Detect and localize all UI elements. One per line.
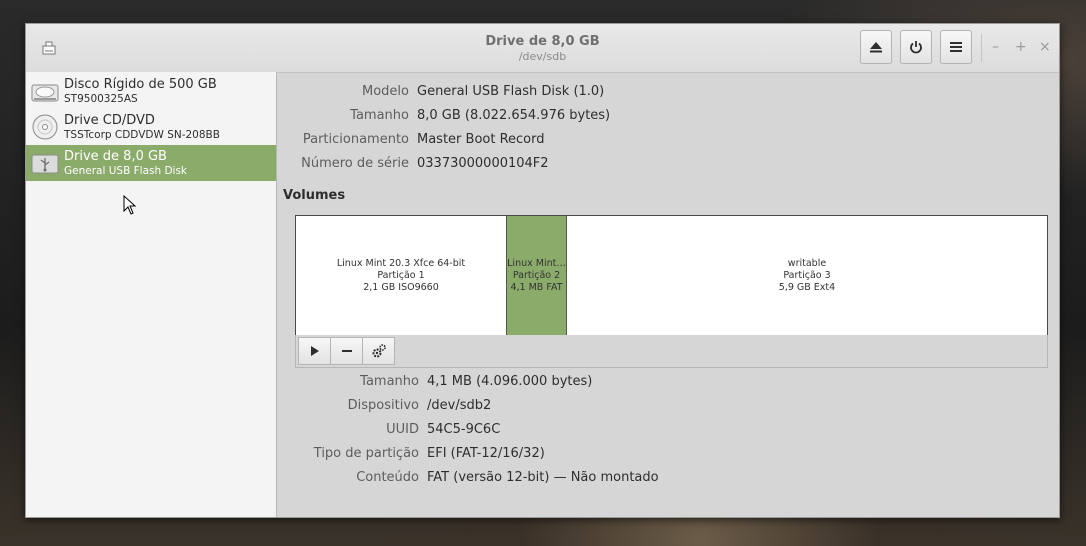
disks-window: Drive de 8,0 GB /dev/sdb – + × Disco Ríg…	[25, 23, 1060, 518]
minimize-button[interactable]: –	[992, 39, 999, 55]
drive-name: Drive de 8,0 GB	[64, 149, 167, 164]
uuid-label: UUID	[386, 422, 419, 437]
mount-button[interactable]	[298, 337, 331, 365]
hamburger-menu-icon	[950, 42, 962, 52]
partition-label: Linux Mint 20.3 Xfce 64-bit	[336, 257, 466, 269]
device-value: /dev/sdb2	[427, 398, 492, 413]
eject-button[interactable]	[860, 30, 892, 64]
model-label: Modelo	[362, 84, 409, 99]
partition-number: Partição 3	[783, 269, 831, 281]
menu-button[interactable]	[940, 30, 972, 64]
partition-label: Linux Mint…	[507, 257, 566, 269]
uuid-value: 54C5-9C6C	[427, 422, 501, 437]
partition-type-label: Tipo de partição	[313, 446, 419, 461]
volume-toolbar	[295, 335, 1048, 368]
partition-number: Partição 2	[512, 269, 561, 281]
maximize-button[interactable]: +	[1015, 39, 1027, 55]
play-icon	[310, 346, 319, 356]
volume-map: Linux Mint 20.3 Xfce 64-bit Partição 1 2…	[295, 215, 1048, 336]
optical-disc-icon	[32, 114, 58, 140]
minus-icon	[341, 350, 352, 352]
partition-1[interactable]: Linux Mint 20.3 Xfce 64-bit Partição 1 2…	[296, 216, 506, 335]
close-button[interactable]: ×	[1039, 39, 1051, 55]
drive-item-cd-dvd[interactable]: Drive CD/DVD TSSTcorp CDDVDW SN-208BB	[26, 109, 276, 145]
delete-partition-button[interactable]	[330, 337, 363, 365]
size-value: 8,0 GB (8.022.654.976 bytes)	[417, 108, 611, 123]
power-off-button[interactable]	[900, 30, 932, 64]
serial-number-value: 03373000000104F2	[417, 156, 549, 171]
drive-model: ST9500325AS	[64, 93, 138, 105]
contents-value: FAT (versão 12-bit) — Não montado	[427, 470, 659, 485]
drive-details-panel: Modelo General USB Flash Disk (1.0) Tama…	[277, 72, 1059, 517]
volumes-heading: Volumes	[283, 188, 346, 203]
partition-settings-button[interactable]	[362, 337, 395, 365]
partition-3[interactable]: writable Partição 3 5,9 GB Ext4	[567, 216, 1047, 335]
partition-size: 5,9 GB Ext4	[778, 281, 836, 293]
drive-item-usb[interactable]: Drive de 8,0 GB General USB Flash Disk	[26, 145, 276, 181]
volume-size-value: 4,1 MB (4.096.000 bytes)	[427, 374, 593, 389]
power-icon	[910, 41, 922, 54]
drive-name: Disco Rígido de 500 GB	[64, 77, 217, 92]
serial-number-label: Número de série	[301, 156, 409, 171]
gears-icon	[372, 344, 386, 358]
drive-name: Drive CD/DVD	[64, 113, 155, 128]
contents-label: Conteúdo	[356, 470, 419, 485]
titlebar-separator	[981, 34, 982, 62]
partitioning-value: Master Boot Record	[417, 132, 545, 147]
drive-model: TSSTcorp CDDVDW SN-208BB	[64, 129, 220, 141]
size-label: Tamanho	[350, 108, 409, 123]
partition-2[interactable]: Linux Mint… Partição 2 4,1 MB FAT	[506, 216, 567, 335]
hard-disk-icon	[31, 84, 59, 102]
partition-label: writable	[787, 257, 827, 269]
titlebar[interactable]: Drive de 8,0 GB /dev/sdb – + ×	[26, 24, 1059, 73]
model-value: General USB Flash Disk (1.0)	[417, 84, 605, 99]
usb-drive-icon	[31, 154, 59, 174]
partition-size: 4,1 MB FAT	[510, 281, 563, 293]
eject-icon	[870, 42, 882, 53]
volume-size-label: Tamanho	[360, 374, 419, 389]
device-label: Dispositivo	[347, 398, 419, 413]
drive-list: Disco Rígido de 500 GB ST9500325AS Drive…	[26, 72, 277, 517]
drive-model: General USB Flash Disk	[64, 165, 188, 177]
partitioning-label: Particionamento	[302, 132, 409, 147]
partition-size: 2,1 GB ISO9660	[363, 281, 439, 293]
mouse-cursor-icon	[123, 195, 137, 215]
drive-item-hard-disk[interactable]: Disco Rígido de 500 GB ST9500325AS	[26, 73, 276, 109]
partition-number: Partição 1	[377, 269, 425, 281]
partition-type-value: EFI (FAT-12/16/32)	[427, 446, 545, 461]
